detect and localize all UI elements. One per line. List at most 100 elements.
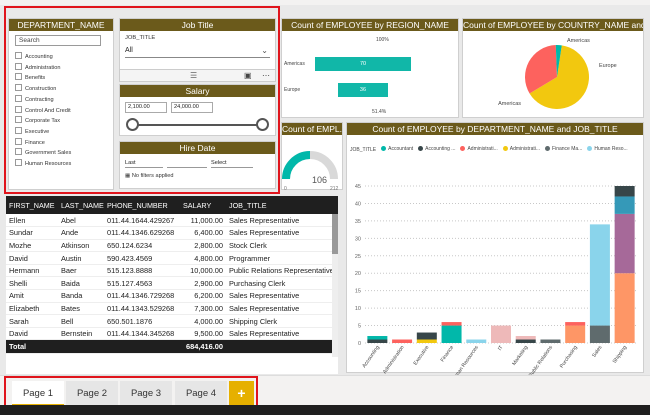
stacked-bar-segment[interactable] [614,273,635,343]
table-cell: Atkinson [58,239,104,253]
stacked-bar-segment[interactable] [614,196,635,214]
stacked-bar-segment[interactable] [589,325,610,343]
job-title-dropdown[interactable]: All ⌄ [125,44,270,58]
stacked-bar-segment[interactable] [466,339,487,343]
stacked-bar-segment[interactable] [441,325,462,343]
country-chart[interactable]: Count of EMPLOYEE by COUNTRY_NAME and R.… [462,18,644,118]
department-item[interactable]: Contracting [15,95,113,106]
column-header[interactable]: FIRST_NAME [6,196,58,214]
legend-item[interactable]: Administrati... [502,146,540,152]
hire-date-slicer[interactable]: Hire Date Last Select ▦ No filters appli… [119,141,276,189]
stacked-bar-segment[interactable] [392,339,413,343]
hire-date-unit-select[interactable]: Select [211,158,253,168]
department-item[interactable]: Executive [15,127,113,138]
department-item[interactable]: Government Sales [15,148,113,159]
table-cell: Bates [58,302,104,316]
stacked-bar-segment[interactable] [515,339,536,343]
department-item[interactable]: Control And Credit [15,106,113,117]
page-tab[interactable]: Page 1 [12,381,64,406]
employee-table[interactable]: FIRST_NAME LAST_NAME PHONE_NUMBER SALARY JOB… [6,196,338,374]
legend-swatch [587,146,593,151]
table-row[interactable]: Sarah Bell 650.501.1876 4,000.00 Shipping Cl… [6,314,338,328]
gauge-visual: 106 0 212 [282,151,339,192]
page-tab[interactable]: Page 4 [175,381,227,406]
stacked-bar-segment[interactable] [515,336,536,340]
legend-item[interactable]: Administrati... [460,146,498,152]
table-row[interactable]: Sundar Ande 011.44.1346.629268 6,400.00 Sale… [6,226,338,240]
job-chart-legend: JOB_TITLE Accountant Accounting ... Adminis… [347,135,643,156]
table-cell: Baer [58,264,104,278]
page-tab-bar: Page 1 Page 2 Page 3 Page 4 + [0,375,650,406]
department-search-input[interactable]: Search [15,35,101,46]
column-header[interactable]: JOB_TITLE [226,196,338,214]
salary-max-input[interactable]: 24,000.00 [171,102,213,113]
page-tab[interactable]: Page 3 [120,381,172,406]
table-row[interactable]: Hermann Baer 515.123.8888 10,000.00 Public R… [6,264,338,278]
page-tab[interactable]: Page 2 [66,381,118,406]
table-cell: Sales Representative [226,289,338,303]
department-item[interactable]: Benefits [15,73,113,84]
total-label: Total [6,339,58,355]
stacked-bar-segment[interactable] [589,224,610,326]
stacked-bar-segment[interactable] [491,325,511,343]
salary-range-slider[interactable] [126,117,269,133]
chevron-down-icon[interactable]: ⌄ [261,44,268,58]
region-chart[interactable]: Count of EMPLOYEE by REGION_NAME 100% Am… [281,18,459,118]
scrollbar-thumb[interactable] [332,214,338,254]
legend-item[interactable]: Finance Ma... [545,146,582,152]
table-row[interactable]: David Bernstein 011.44.1344.345268 9,500.00… [6,327,338,341]
stacked-bar-segment[interactable] [540,339,561,343]
stacked-bar-segment[interactable] [565,322,586,326]
stacked-bar-segment[interactable] [565,325,586,343]
legend-item[interactable]: Accountant [381,146,413,152]
column-header[interactable]: LAST_NAME [58,196,104,214]
salary-min-input[interactable]: 2,100.00 [125,102,167,113]
department-item[interactable]: Corporate Tax [15,116,113,127]
status-bar [0,405,650,415]
x-category-label: IT [497,344,505,352]
region-bar[interactable]: 70 [315,57,411,71]
salary-slicer[interactable]: Salary 2,100.00 24,000.00 [119,84,276,136]
add-page-button[interactable]: + [229,381,254,406]
department-slicer[interactable]: DEPARTMENT_NAME Search Accounting Adminis… [8,18,114,190]
gauge-card[interactable]: Count of EMPL... 106 0 212 [281,122,343,192]
table-row[interactable]: Amit Banda 011.44.1346.729268 6,200.00 Sales… [6,289,338,303]
stacked-bar-segment[interactable] [441,322,462,326]
table-cell: 011.44.1346.629268 [104,226,180,240]
department-item[interactable]: Administration [15,63,113,74]
more-options-icon[interactable]: ⋯ [262,71,270,80]
region-chart-title: Count of EMPLOYEE by REGION_NAME [282,19,458,31]
stacked-bar-segment[interactable] [367,339,388,343]
department-item[interactable]: Accounting [15,52,113,63]
column-header[interactable]: SALARY [180,196,226,214]
stacked-bar-segment[interactable] [367,336,388,340]
hire-date-count-input[interactable] [167,158,207,168]
legend-label: Finance Ma... [552,145,583,152]
table-scrollbar[interactable] [332,214,338,357]
department-item[interactable]: Construction [15,84,113,95]
slider-max-handle[interactable] [256,118,269,131]
region-bar[interactable]: 36 [338,83,388,97]
drag-grip-icon[interactable]: ☰ [190,72,197,80]
legend-item[interactable]: Human Reso... [587,146,628,152]
department-item[interactable]: Finance [15,138,113,149]
table-cell: 6,400.00 [180,226,226,240]
table-row[interactable]: Elizabeth Bates 011.44.1343.529268 7,300.00… [6,302,338,316]
table-row[interactable]: Mozhe Atkinson 650.124.6234 2,800.00 Stock C… [6,239,338,253]
focus-mode-icon[interactable]: ▣ [244,71,252,80]
department-item[interactable]: Human Resources [15,159,113,170]
stacked-bar-segment[interactable] [614,186,635,197]
table-cell: Sales Representative [226,327,338,341]
hire-date-period-select[interactable]: Last [125,158,163,168]
stacked-bar-segment[interactable] [416,339,437,343]
job-chart[interactable]: Count of EMPLOYEE by DEPARTMENT_NAME and… [346,122,644,383]
stacked-bar-segment[interactable] [416,332,437,340]
table-row[interactable]: Shelli Baida 515.127.4563 2,900.00 Purchasin… [6,276,338,291]
legend-item[interactable]: Accounting ... [418,146,455,152]
y-tick-label: 40 [355,201,361,207]
slider-min-handle[interactable] [126,118,139,131]
table-row[interactable]: Ellen Abel 011.44.1644.429267 11,000.00 Sale… [6,214,338,228]
stacked-bar-segment[interactable] [614,213,635,274]
table-row[interactable]: David Austin 590.423.4569 4,800.00 Programme… [6,251,338,265]
column-header[interactable]: PHONE_NUMBER [104,196,180,214]
